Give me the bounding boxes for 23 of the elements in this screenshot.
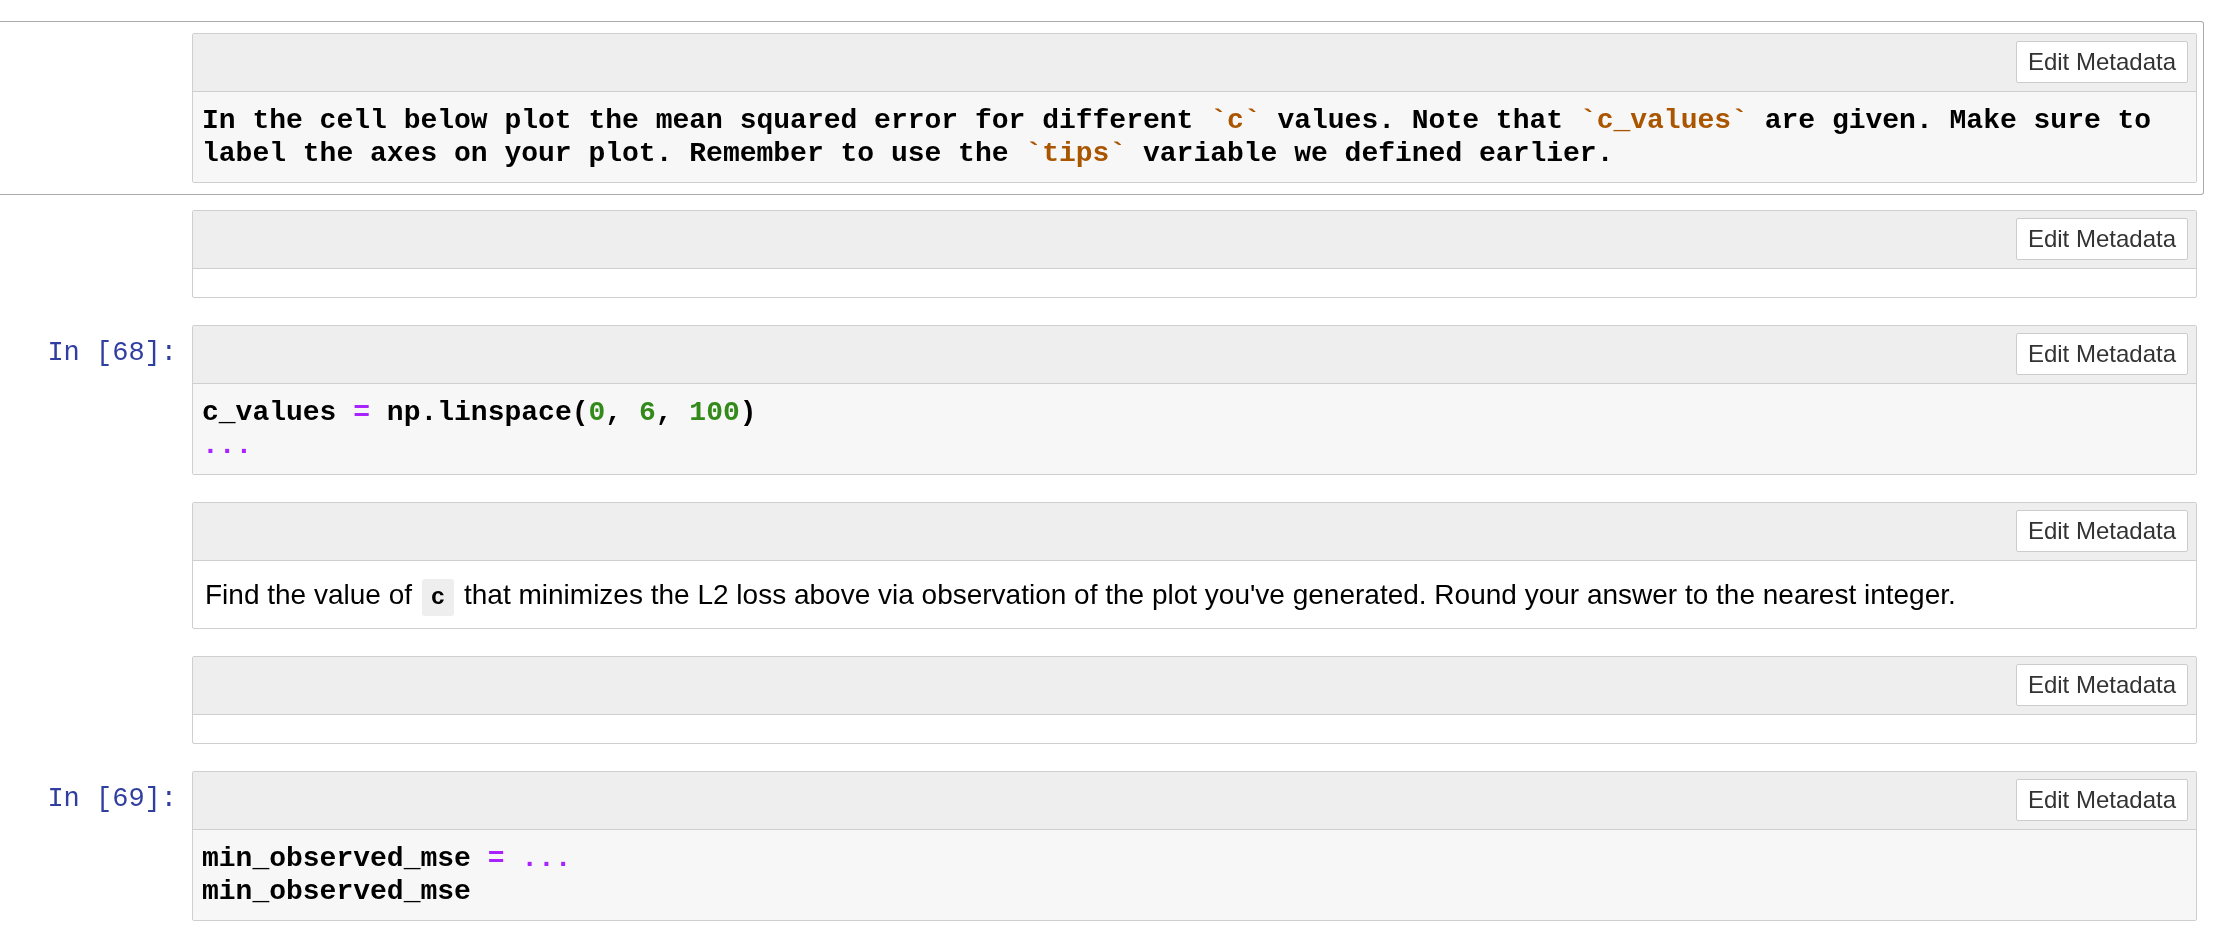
- markdown-text: Find the value of c that minimizes the L2 loss above via observation of the plot you've generated. Round your answer to the nearest integer.: [205, 576, 2184, 614]
- code-line: ...: [202, 429, 254, 462]
- markdown-source-text: In the cell below plot the mean squared error for different `c` values. Note that `c_values` are given. Make sure to label the axes on your plot. Remember to use the `tips` variable we defined earlier.: [202, 104, 2153, 170]
- markdown-editor-field[interactable]: [193, 92, 2196, 182]
- notebook-cell[interactable]: Edit Metadata: [192, 656, 2197, 744]
- notebook-cell[interactable]: Edit Metadata Find the value of c that minimizes the L2 loss above via observation of the plot you've generated. Round your answer to the nearest integer.: [192, 502, 2197, 629]
- code-editor-field[interactable]: min_observed_mse = ... min_observed_mse: [193, 830, 2196, 920]
- code-line: c_values = np.linspace(0, 6, 100): [202, 396, 758, 429]
- edit-metadata-button[interactable]: Edit Metadata: [2015, 41, 2188, 83]
- edit-metadata-button[interactable]: Edit Metadata: [2015, 333, 2188, 375]
- edit-metadata-button[interactable]: Edit Metadata: [2015, 510, 2188, 552]
- code-line: min_observed_mse = ...: [202, 842, 573, 875]
- edit-metadata-button[interactable]: Edit Metadata: [2015, 779, 2188, 821]
- code-line: min_observed_mse: [202, 875, 472, 908]
- notebook-cell[interactable]: Edit Metadata: [192, 210, 2197, 298]
- notebook-cell[interactable]: Edit Metadata c_values = np.linspace(0, 6, 100) ...: [192, 325, 2197, 475]
- edit-metadata-button[interactable]: Edit Metadata: [2015, 664, 2188, 706]
- notebook-cell[interactable]: [192, 33, 2197, 183]
- input-prompt: In [69]:: [47, 783, 177, 816]
- edit-metadata-button[interactable]: Edit Metadata: [2015, 218, 2188, 260]
- input-prompt: In [68]:: [47, 337, 177, 370]
- notebook-cell[interactable]: Edit Metadata min_observed_mse = ... min_observed_mse: [192, 771, 2197, 921]
- code-editor-field[interactable]: c_values = np.linspace(0, 6, 100) ...: [193, 384, 2196, 474]
